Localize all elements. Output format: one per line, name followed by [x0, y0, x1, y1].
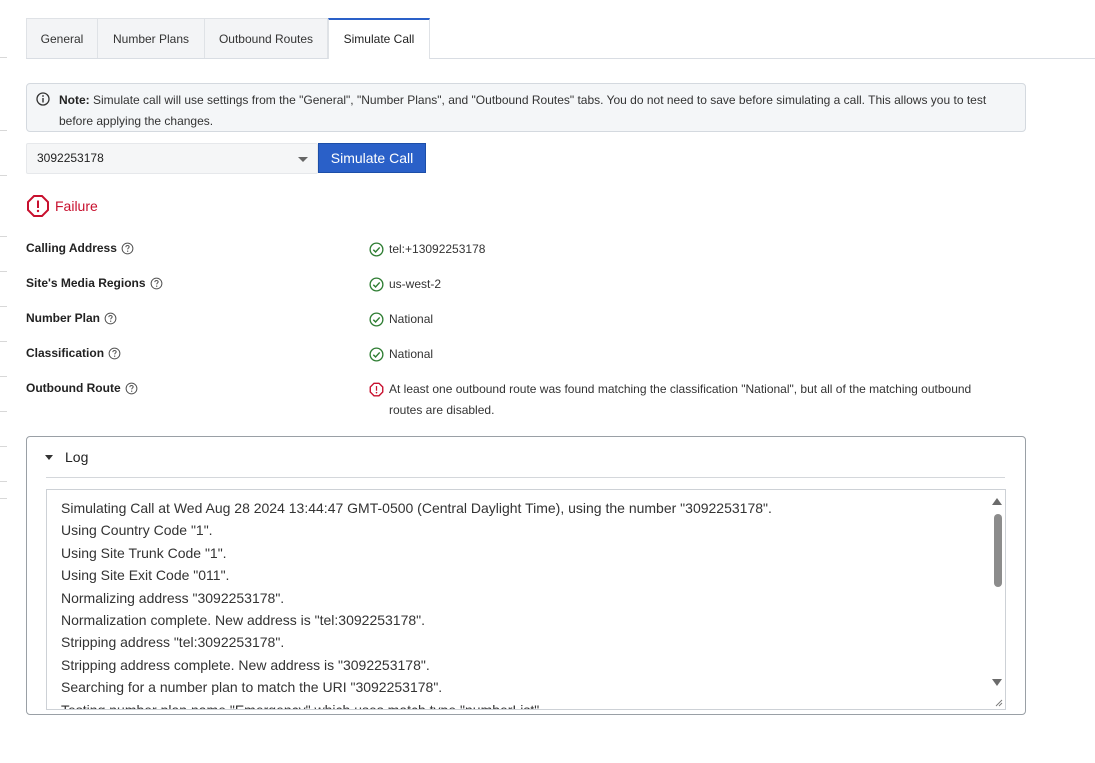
note-text: Simulate call will use settings from the…	[59, 93, 987, 128]
check-circle-icon	[369, 347, 384, 362]
tab-number-plans[interactable]: Number Plans	[97, 18, 205, 58]
check-label-text: Calling Address	[26, 241, 117, 255]
check-label-text: Classification	[26, 346, 105, 360]
check-value: tel:+13092253178	[369, 239, 989, 260]
log-line: Stripping address "tel:3092253178".	[61, 634, 285, 651]
help-icon[interactable]	[108, 347, 121, 360]
log-title: Log	[65, 449, 89, 465]
resize-handle-icon[interactable]	[995, 699, 1003, 707]
check-value-text: tel:+13092253178	[389, 242, 486, 256]
failure-icon	[27, 195, 49, 217]
tab-outbound-routes[interactable]: Outbound Routes	[204, 18, 328, 58]
divider	[46, 477, 1005, 478]
check-label: Classification	[26, 346, 121, 360]
check-label: Site's Media Regions	[26, 276, 163, 290]
log-line: Stripping address complete. New address …	[61, 656, 430, 673]
log-line: Testing number plan name "Emergency" whi…	[61, 701, 544, 710]
help-icon[interactable]	[104, 312, 117, 325]
tab-general[interactable]: General	[26, 18, 98, 58]
check-label: Outbound Route	[26, 381, 138, 395]
help-icon[interactable]	[125, 382, 138, 395]
help-icon[interactable]	[150, 277, 163, 290]
failure-label: Failure	[55, 198, 98, 214]
note-banner: Note: Simulate call will use settings fr…	[26, 83, 1026, 132]
scroll-down-icon[interactable]	[992, 679, 1002, 686]
note-title: Note:	[59, 93, 90, 107]
log-lines: Simulating Call at Wed Aug 28 2024 13:44…	[61, 497, 985, 710]
check-circle-icon	[369, 242, 384, 257]
result-status: Failure	[26, 193, 98, 219]
log-panel: Log Simulating Call at Wed Aug 28 2024 1…	[26, 436, 1026, 715]
info-icon	[36, 92, 50, 106]
error-icon	[369, 382, 384, 397]
check-label-text: Number Plan	[26, 311, 101, 325]
check-value-text: us-west-2	[389, 277, 442, 291]
simulate-call-button[interactable]: Simulate Call	[318, 143, 426, 173]
number-select[interactable]: 3092253178	[26, 143, 318, 174]
tab-bar: General Number Plans Outbound Routes Sim…	[26, 18, 1095, 59]
log-line: Normalizing address "3092253178".	[61, 589, 285, 606]
left-edge-rule	[0, 0, 8, 763]
check-value-text: At least one outbound route was found ma…	[389, 382, 972, 417]
log-line: Using Country Code "1".	[61, 522, 213, 539]
check-value: National	[369, 309, 989, 330]
number-select-value: 3092253178	[37, 151, 104, 165]
check-label: Number Plan	[26, 311, 117, 325]
check-circle-icon	[369, 312, 384, 327]
log-line: Using Site Exit Code "011".	[61, 567, 230, 584]
check-label: Calling Address	[26, 241, 134, 255]
tab-simulate-call[interactable]: Simulate Call	[328, 18, 430, 59]
check-value: At least one outbound route was found ma…	[369, 379, 989, 421]
scroll-thumb[interactable]	[994, 514, 1002, 587]
help-icon[interactable]	[121, 242, 134, 255]
check-value-text: National	[389, 347, 434, 361]
log-scrollbar[interactable]	[989, 490, 1005, 709]
check-value: National	[369, 344, 989, 365]
check-label-text: Site's Media Regions	[26, 276, 146, 290]
scroll-up-icon[interactable]	[992, 498, 1002, 505]
log-line: Simulating Call at Wed Aug 28 2024 13:44…	[61, 500, 772, 516]
log-line: Normalization complete. New address is "…	[61, 612, 426, 629]
log-textarea[interactable]: Simulating Call at Wed Aug 28 2024 13:44…	[46, 489, 1006, 710]
check-value: us-west-2	[369, 274, 989, 295]
log-line: Searching for a number plan to match the…	[61, 679, 443, 696]
log-line: Using Site Trunk Code "1".	[61, 544, 227, 561]
check-label-text: Outbound Route	[26, 381, 121, 395]
check-value-text: National	[389, 312, 434, 326]
log-toggle[interactable]: Log	[45, 446, 88, 468]
chevron-down-icon	[298, 157, 308, 162]
check-circle-icon	[369, 277, 384, 292]
caret-down-icon	[45, 454, 53, 460]
